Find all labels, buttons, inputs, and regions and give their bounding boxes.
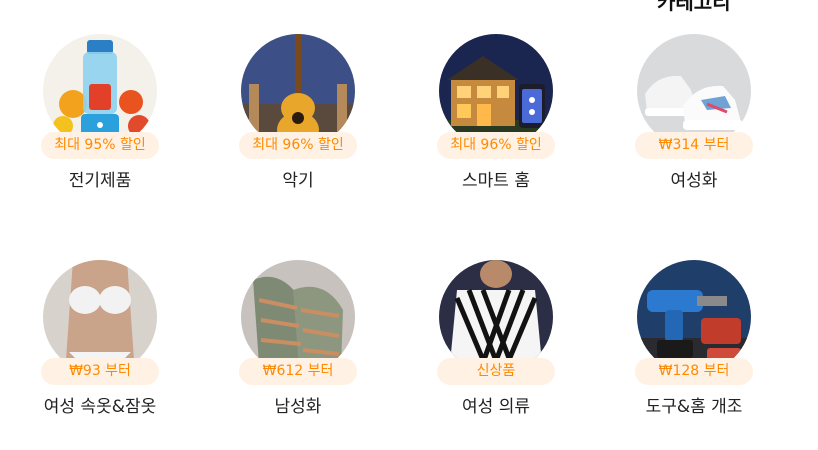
discount-badge: 최대 96% 할인	[239, 132, 357, 159]
price-badge: ₩612 부터	[239, 358, 357, 385]
category-tile-electronics[interactable]: 최대 95% 할인 전기제품	[20, 34, 180, 192]
lingerie-icon	[43, 260, 157, 374]
category-label: 스마트 홈	[462, 171, 530, 191]
category-tile-womens-underwear[interactable]: ₩93 부터 여성 속옷&잠옷	[20, 260, 180, 418]
discount-badge: 최대 96% 할인	[437, 132, 555, 159]
smart-house-icon	[439, 34, 553, 148]
category-tile-womens-shoes[interactable]: ₩314 부터 여성화	[614, 34, 774, 192]
power-drill-icon	[637, 260, 751, 374]
category-tile-mens-shoes[interactable]: ₩612 부터 남성화	[218, 260, 378, 418]
mens-shoes-icon	[241, 260, 355, 374]
category-tile-womens-clothing[interactable]: 신상품 여성 의류	[416, 260, 576, 418]
category-tile-smart-home[interactable]: 최대 96% 할인 스마트 홈	[416, 34, 576, 192]
sneaker-icon	[637, 34, 751, 148]
category-tile-tools-home[interactable]: ₩128 부터 도구&홈 개조	[614, 260, 774, 418]
category-label: 여성 의류	[462, 397, 530, 417]
price-badge: ₩128 부터	[635, 358, 753, 385]
category-label: 남성화	[274, 397, 322, 417]
striped-blouse-icon	[439, 260, 553, 374]
price-badge: ₩314 부터	[635, 132, 753, 159]
category-label: 전기제품	[68, 171, 132, 191]
category-grid-page: 카테고리 최대 95% 할인 전기제품 최대 96% 할인 악기 최대 96% …	[0, 0, 818, 450]
blender-icon	[43, 34, 157, 148]
discount-badge: 최대 95% 할인	[41, 132, 159, 159]
category-label: 여성화	[670, 171, 718, 191]
category-label: 여성 속옷&잠옷	[43, 397, 157, 417]
new-arrival-badge: 신상품	[437, 358, 555, 385]
price-badge: ₩93 부터	[41, 358, 159, 385]
category-label: 악기	[282, 171, 314, 191]
category-label: 도구&홈 개조	[645, 397, 743, 417]
category-tile-instruments[interactable]: 최대 96% 할인 악기	[218, 34, 378, 192]
section-title-partial: 카테고리	[657, 0, 731, 14]
guitar-icon	[241, 34, 355, 148]
